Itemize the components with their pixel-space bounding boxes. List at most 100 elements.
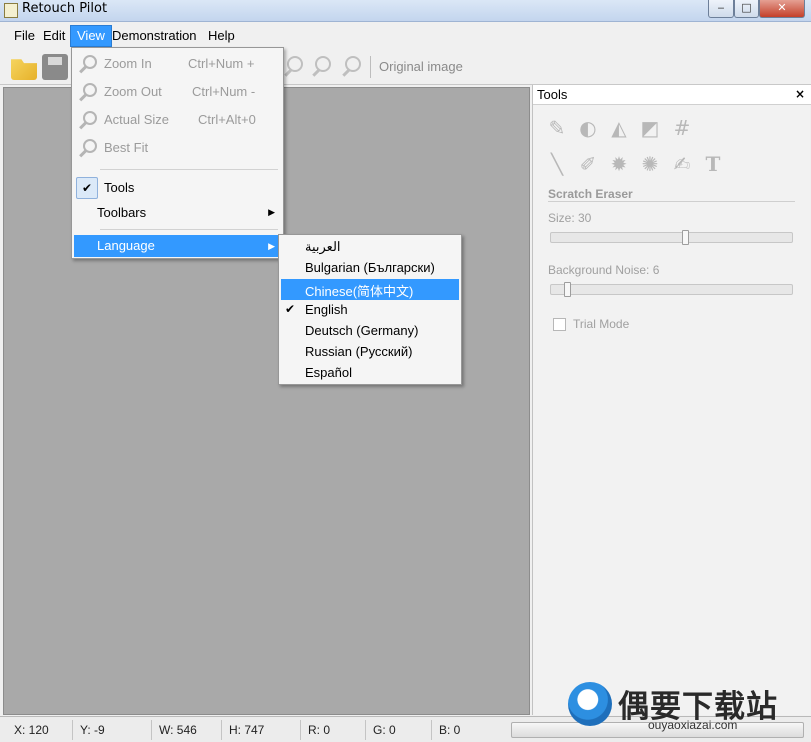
tools-panel-title: Tools: [537, 87, 568, 102]
menu-item-actual-size[interactable]: Actual Size Ctrl+Alt+0: [74, 108, 281, 132]
actual-size-label: Actual Size: [104, 112, 170, 127]
status-w: W: 546: [159, 723, 197, 737]
text-tool-icon[interactable]: T: [701, 152, 725, 176]
crop-tool-icon[interactable]: ◩: [638, 116, 662, 140]
status-separator: [300, 720, 301, 740]
noise-tool-icon[interactable]: ✹: [607, 152, 631, 176]
perspective-tool-icon[interactable]: ◭: [607, 116, 631, 140]
original-image-button[interactable]: Original image: [379, 59, 463, 74]
menu-item-language[interactable]: Language ▶: [74, 235, 281, 257]
watermark-url: ouyaoxiazai.com: [648, 718, 738, 732]
open-folder-icon[interactable]: [11, 59, 37, 80]
language-deutsch[interactable]: Deutsch (Germany): [281, 321, 459, 342]
language-label: Bulgarian (Български): [305, 260, 435, 275]
status-separator: [221, 720, 222, 740]
trial-mode-label: Trial Mode: [573, 317, 630, 331]
zoom-out-label: Zoom Out: [104, 84, 162, 99]
size-slider-thumb[interactable]: [682, 230, 689, 245]
language-label: العربية: [305, 239, 341, 254]
language-arabic[interactable]: العربية: [281, 237, 459, 258]
menu-demonstration[interactable]: Demonstration: [106, 25, 203, 47]
maximize-button[interactable]: □: [734, 0, 759, 18]
status-y: Y: -9: [80, 723, 105, 737]
language-label: Russian (Русский): [305, 344, 413, 359]
menu-bar: File Edit View Demonstration Help: [0, 25, 811, 47]
toolbars-label: Toolbars: [97, 205, 147, 220]
best-fit-icon: [78, 138, 98, 158]
language-label: Language: [97, 238, 155, 253]
language-label: English: [305, 302, 348, 317]
background-noise-slider[interactable]: [550, 282, 793, 297]
menu-help[interactable]: Help: [202, 25, 241, 47]
language-russian[interactable]: Russian (Русский): [281, 342, 459, 363]
actual-size-icon[interactable]: [310, 55, 332, 77]
defect-remover-tool-icon[interactable]: ◐: [576, 116, 600, 140]
language-chinese[interactable]: Chinese(简体中文): [281, 279, 459, 300]
background-noise-label: Background Noise: 6: [548, 263, 660, 277]
menu-item-zoom-out[interactable]: Zoom Out Ctrl+Num -: [74, 80, 281, 104]
view-menu-dropdown: Zoom In Ctrl+Num + Zoom Out Ctrl+Num - A…: [71, 47, 284, 259]
status-x: X: 120: [14, 723, 49, 737]
status-separator: [72, 720, 73, 740]
size-label: Size: 30: [548, 211, 592, 225]
menu-item-tools[interactable]: ✔ Tools: [74, 176, 281, 200]
brush-tool-icon[interactable]: ╲: [545, 152, 569, 176]
app-icon: [4, 3, 18, 18]
status-r: R: 0: [308, 723, 331, 737]
language-english[interactable]: ✔ English: [281, 300, 459, 321]
language-espanol[interactable]: Español: [281, 363, 459, 384]
close-button[interactable]: ✕: [759, 0, 805, 18]
scratch-eraser-tool-icon[interactable]: ✎: [545, 116, 569, 140]
tool-name-heading: Scratch Eraser: [548, 187, 633, 201]
best-fit-icon[interactable]: [340, 55, 362, 77]
clone-tool-icon[interactable]: ✍: [670, 152, 694, 176]
status-h: H: 747: [229, 723, 265, 737]
status-separator: [365, 720, 366, 740]
grid-tool-icon[interactable]: #: [670, 116, 694, 140]
zoom-out-icon[interactable]: [282, 55, 304, 77]
language-submenu: العربية Bulgarian (Български) Chinese(简体…: [278, 234, 462, 385]
actual-size-icon: [78, 110, 98, 130]
check-icon: ✔: [76, 177, 98, 199]
tools-panel-header: Tools ×: [533, 85, 811, 105]
title-bar: Retouch Pilot ‒ □ ✕: [0, 0, 811, 22]
language-bulgarian[interactable]: Bulgarian (Български): [281, 258, 459, 279]
language-label: Deutsch (Germany): [305, 323, 419, 338]
best-fit-label: Best Fit: [104, 140, 149, 155]
status-b: B: 0: [439, 723, 461, 737]
language-label: Chinese(简体中文): [305, 284, 414, 299]
watermark-logo: [568, 682, 612, 726]
actual-size-shortcut: Ctrl+Alt+0: [198, 112, 256, 127]
status-separator: [431, 720, 432, 740]
zoom-out-shortcut: Ctrl+Num -: [192, 84, 256, 99]
tools-panel-close-icon[interactable]: ×: [795, 87, 805, 101]
submenu-arrow-icon: ▶: [268, 241, 275, 251]
pen-tool-icon[interactable]: ✐: [576, 152, 600, 176]
menu-item-toolbars[interactable]: Toolbars ▶: [74, 201, 281, 225]
trial-mode-checkbox[interactable]: [553, 318, 566, 331]
status-separator: [151, 720, 152, 740]
menu-separator: [100, 169, 278, 170]
menu-item-best-fit[interactable]: Best Fit: [74, 136, 281, 160]
tools-label: Tools: [104, 180, 135, 195]
status-g: G: 0: [373, 723, 396, 737]
texture-tool-icon[interactable]: ✺: [638, 152, 662, 176]
menu-separator: [100, 229, 278, 230]
submenu-arrow-icon: ▶: [268, 207, 275, 217]
menu-item-zoom-in[interactable]: Zoom In Ctrl+Num +: [74, 52, 281, 76]
window-title: Retouch Pilot: [22, 1, 108, 16]
section-divider: [548, 201, 795, 202]
minimize-button[interactable]: ‒: [708, 0, 734, 18]
check-icon: ✔: [285, 302, 296, 316]
toolbar-separator: [370, 56, 371, 78]
save-disk-icon[interactable]: [42, 54, 68, 80]
zoom-out-icon: [78, 82, 98, 102]
background-noise-slider-thumb[interactable]: [564, 282, 571, 297]
menu-file[interactable]: File: [8, 25, 41, 47]
size-slider[interactable]: [550, 230, 793, 245]
menu-edit[interactable]: Edit: [37, 25, 71, 47]
zoom-in-label: Zoom In: [104, 56, 152, 71]
zoom-in-icon: [78, 54, 98, 74]
tools-panel: Tools × ✎ ◐ ◭ ◩ # ╲ ✐ ✹ ✺ ✍ T Scratch Er…: [532, 85, 811, 715]
language-label: Español: [305, 365, 352, 380]
